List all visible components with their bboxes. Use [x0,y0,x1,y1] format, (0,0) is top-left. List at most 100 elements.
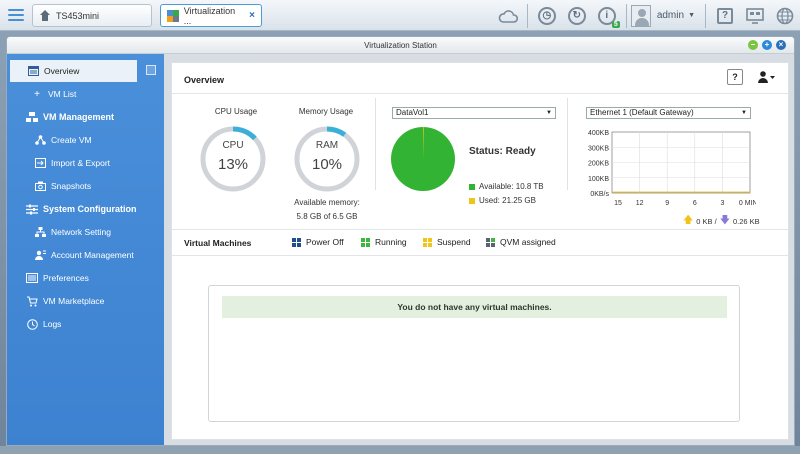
overview-content: Overview ? CPU Usage CPU 13% Memory Usag… [171,62,789,440]
download-arrow-icon: 🡇 [719,215,730,226]
sidebar-item-create-vm[interactable]: Create VM [7,129,164,151]
cpu-usage-label: CPU Usage [214,107,258,116]
tab-virtualization-label: Virtualization ... [183,5,236,26]
sidebar-collapse-icon[interactable] [146,65,156,75]
sidebar-item-label: Import & Export [51,158,111,168]
sidebar-item-account-management[interactable]: Account Management [7,244,164,266]
x-tick-label: 6 [693,200,697,207]
preferences-icon [26,273,38,284]
divider [705,3,706,28]
network-icon [34,227,46,238]
sidebar-item-vm-management[interactable]: VM Management [7,106,164,128]
divider [172,255,788,256]
available-swatch [469,183,475,190]
sidebar-item-vm-list[interactable]: + VM List [7,83,164,105]
divider [526,3,528,28]
home-icon [39,9,51,22]
logs-icon [26,318,38,330]
divider [172,93,788,94]
divider [625,3,627,28]
clock-icon[interactable]: ◷ [536,5,558,27]
storage-available: Available: 10.8 TB [479,182,544,191]
marketplace-icon [26,296,38,307]
sidebar-item-vm-marketplace[interactable]: VM Marketplace [7,290,164,312]
upload-rate: 0 KB / [696,217,717,226]
sidebar-item-logs[interactable]: Logs [7,313,164,335]
network-traffic-chart: 400KB 300KB 200KB 100KB 0KB/s 15 12 9 6 3 0 MINs [588,130,756,207]
refresh-icon[interactable]: ↻ [566,5,588,27]
y-tick-label: 200KB [588,161,609,168]
chevron-down-icon: ▼ [741,110,747,116]
window-title-bar[interactable]: Virtualization Station – + × [7,37,794,54]
sidebar-item-preferences[interactable]: Preferences [7,267,164,289]
network-interface-select[interactable]: Ethernet 1 (Default Gateway) ▼ [586,107,751,119]
legend-suspend: Suspend [423,237,471,247]
sidebar-item-label: Account Management [51,250,134,260]
sidebar-item-import-export[interactable]: Import & Export [7,152,164,174]
x-tick-label: 3 [720,200,724,207]
volume-select[interactable]: DataVol1 ▼ [392,107,556,119]
memory-gauge-value: 10% [311,156,343,173]
sidebar-item-label: Network Setting [51,227,111,237]
admin-user-label[interactable]: admin [657,10,684,21]
qvm-assigned-icon [486,237,495,247]
create-vm-icon [34,135,46,146]
used-swatch [469,197,475,204]
tab-home[interactable]: TS453mini [32,4,152,27]
legend-label: Suspend [437,237,471,247]
system-config-icon [26,204,38,215]
avatar-icon[interactable] [630,4,651,27]
sidebar-item-snapshots[interactable]: Snapshots [7,175,164,197]
chevron-down-icon: ▼ [546,110,552,116]
sidebar-item-network-setting[interactable]: Network Setting [7,221,164,243]
help-button[interactable]: ? [727,69,743,85]
vm-section-title: Virtual Machines [184,238,252,248]
cloud-icon[interactable] [497,5,519,27]
menu-icon[interactable] [6,6,26,24]
maximize-button[interactable]: + [762,40,772,50]
download-rate: 0.26 KB [733,217,760,226]
vm-management-icon [26,111,38,123]
help-icon[interactable]: ? [714,5,736,27]
info-icon[interactable]: i 5 [596,5,620,28]
account-icon [34,250,46,261]
chevron-down-icon[interactable]: ▼ [688,12,695,19]
legend-label: QVM assigned [500,237,556,247]
virtualization-window: Virtualization Station – + × Overview + … [6,36,795,446]
storage-used: Used: 21.25 GB [479,196,536,205]
import-export-icon [34,158,46,169]
minimize-button[interactable]: – [748,40,758,50]
legend-power-off: Power Off [292,237,344,247]
cpu-gauge-name: CPU [222,140,244,151]
sidebar-item-label: Create VM [51,135,92,145]
legend-running: Running [361,237,407,247]
notification-badge: 5 [611,20,620,28]
sidebar-item-label: System Configuration [43,204,137,214]
power-off-swatch [292,237,301,247]
sidebar-item-label: VM Marketplace [43,296,105,306]
x-tick-label: 0 MINs [739,200,756,207]
snapshots-icon [34,181,46,192]
sidebar-item-label: Overview [44,66,80,76]
monitor-icon[interactable] [744,5,766,27]
tab-home-label: TS453mini [56,10,100,21]
virtualization-icon [167,9,179,22]
tab-virtualization[interactable]: Virtualization ... × [160,4,262,27]
cpu-gauge-value: 13% [217,156,249,173]
legend-qvm-assigned: QVM assigned [486,237,556,247]
available-memory-label: Available memory: [294,198,360,207]
sidebar-item-system-configuration[interactable]: System Configuration [7,198,164,220]
memory-gauge-name: RAM [315,140,339,151]
globe-icon[interactable] [774,5,796,27]
x-tick-label: 9 [665,200,669,207]
storage-used-row: Used: 21.25 GB [469,196,536,205]
storage-status: Status: Ready [469,146,536,157]
close-button[interactable]: × [776,40,786,50]
plus-icon: + [34,88,40,100]
tab-close-icon[interactable]: × [249,10,255,21]
user-menu-icon[interactable] [758,71,776,86]
sidebar-item-overview[interactable]: Overview [10,60,137,82]
sidebar: Overview + VM List VM Management Create … [7,54,164,445]
divider [172,229,788,230]
main-panel: Overview ? CPU Usage CPU 13% Memory Usag… [164,54,794,445]
